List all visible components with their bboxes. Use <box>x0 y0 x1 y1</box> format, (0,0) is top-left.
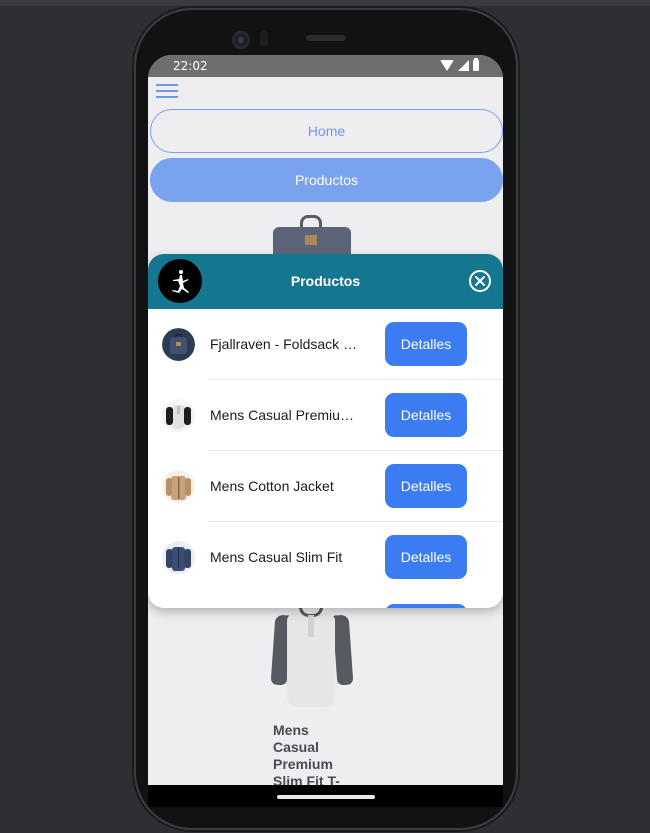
backpack-thumb-icon <box>162 328 195 361</box>
proximity-sensor <box>260 30 268 46</box>
gesture-handle[interactable] <box>277 795 375 799</box>
list-item: Mens Casual Premium Slim Fit T-Shirts De… <box>148 380 503 451</box>
hamburger-icon[interactable] <box>156 84 178 98</box>
wifi-icon <box>440 60 454 71</box>
signal-icon <box>458 60 469 71</box>
detalles-button[interactable]: Detalles <box>385 322 467 366</box>
detalles-button[interactable]: Detalles <box>385 535 467 579</box>
status-icons <box>440 58 479 71</box>
phone-power-button <box>516 207 520 259</box>
detalles-button[interactable]: Detalles <box>385 393 467 437</box>
list-item: Mens Casual Slim Fit Detalles <box>148 522 503 593</box>
detalles-button[interactable]: Detalles <box>385 464 467 508</box>
product-list: Fjallraven - Foldsack No. 1 Backpack Det… <box>148 309 503 608</box>
home-button[interactable]: Home <box>150 109 503 153</box>
background-product-title: Mens Casual Premium Slim Fit T- <box>273 722 340 785</box>
status-time: 22:02 <box>173 59 208 73</box>
background-backpack-image <box>273 215 351 267</box>
tshirt-thumb-icon <box>162 399 195 432</box>
phone-volume-button <box>516 310 520 420</box>
battery-icon <box>473 58 479 71</box>
product-name: Fjallraven - Foldsack No. 1 Backpack <box>210 336 362 352</box>
modal-header: Productos <box>148 254 503 309</box>
earpiece-speaker <box>306 35 346 41</box>
longsleeve-thumb-icon <box>162 541 195 574</box>
jacket-thumb-icon <box>162 470 195 503</box>
list-item: Mens Cotton Jacket Detalles <box>148 451 503 522</box>
status-bar: 22:02 <box>148 55 503 77</box>
product-name: Mens Casual Premium Slim Fit T-Shirts <box>210 407 362 423</box>
close-circle-icon[interactable] <box>468 269 492 293</box>
product-name: Mens Cotton Jacket <box>210 478 334 494</box>
window-top-edge <box>0 0 650 6</box>
list-item: Fjallraven - Foldsack No. 1 Backpack Det… <box>148 309 503 380</box>
detalles-button-partial[interactable] <box>385 604 467 608</box>
productos-modal: Productos Fjallraven - Foldsack No Detal… <box>148 254 503 608</box>
modal-title: Productos <box>290 273 361 289</box>
background-shirt-image <box>270 607 354 711</box>
product-name: Mens Casual Slim Fit <box>210 549 343 565</box>
productos-button[interactable]: Productos <box>150 158 503 202</box>
front-camera <box>232 31 250 49</box>
app-screen: 22:02 Home Productos Mens Casual Premium… <box>148 55 503 785</box>
